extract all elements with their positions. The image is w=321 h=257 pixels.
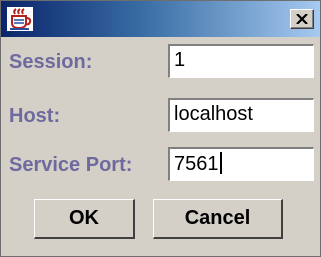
session-label: Session: (9, 51, 93, 73)
close-button[interactable] (290, 9, 314, 29)
service-port-field[interactable]: 7561 (168, 147, 314, 181)
cancel-button[interactable]: Cancel (153, 199, 283, 239)
host-field[interactable]: localhost (168, 98, 314, 132)
session-field[interactable]: 1 (168, 44, 314, 78)
ok-button[interactable]: OK (34, 199, 135, 239)
connection-dialog: Session: 1 Host: localhost Service Port:… (0, 0, 321, 257)
title-bar[interactable] (1, 1, 320, 37)
service-port-label: Service Port: (9, 154, 133, 176)
java-cup-icon (7, 7, 33, 31)
host-label: Host: (9, 105, 61, 127)
text-caret (219, 152, 222, 174)
service-port-value: 7561 (174, 153, 219, 175)
